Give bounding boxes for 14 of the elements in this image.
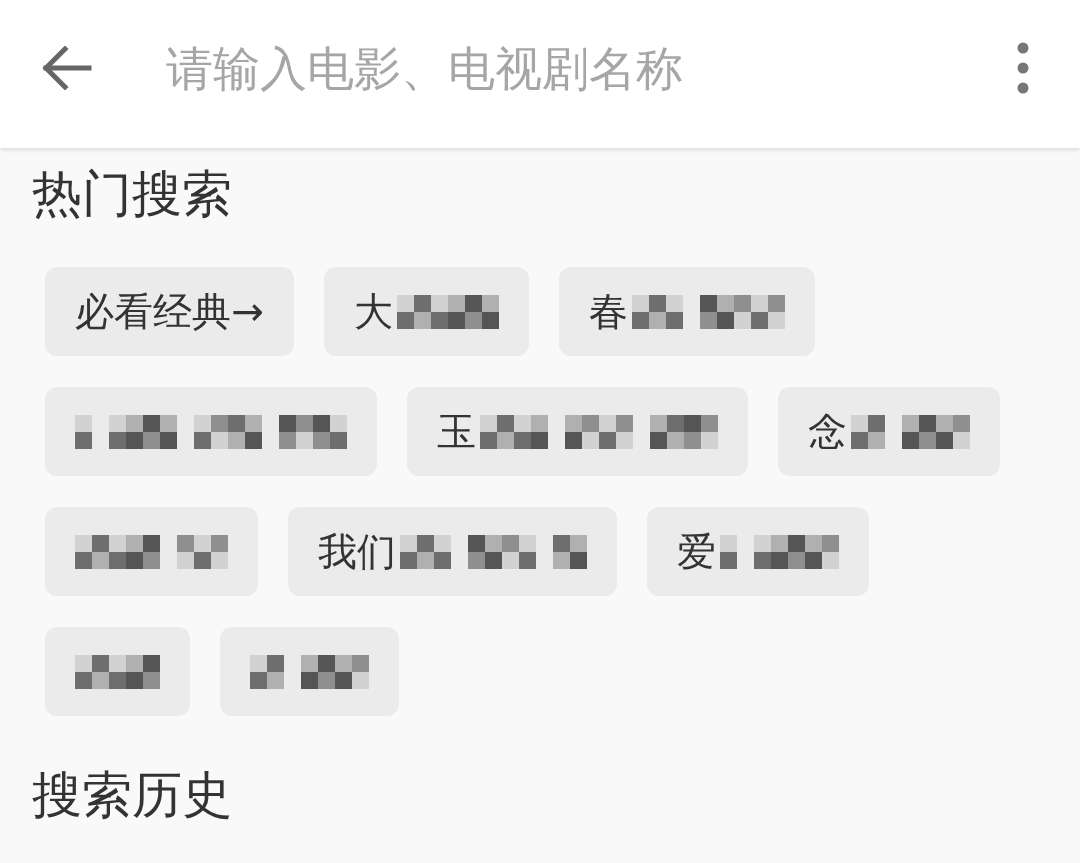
hot-search-chip[interactable] <box>45 387 377 476</box>
hot-search-chip[interactable]: 念 <box>778 387 1000 476</box>
hot-search-chip[interactable] <box>220 627 399 716</box>
more-menu-icon[interactable] <box>1016 42 1030 94</box>
hot-search-chip[interactable]: 我们 <box>288 507 617 596</box>
hot-search-chip[interactable]: 大 <box>323 267 529 356</box>
hot-search-chip[interactable]: 爱 <box>647 507 869 596</box>
section-title: 热门搜索 <box>32 164 232 224</box>
hot-search-chip[interactable]: 玉 <box>407 387 748 476</box>
hot-search-chip[interactable] <box>45 507 258 596</box>
hot-search-chip[interactable]: 春 <box>558 267 815 356</box>
hot-search-chip[interactable] <box>45 627 190 716</box>
hot-search-chip[interactable]: 必看经典→ <box>45 267 294 356</box>
section-title: 搜索历史 <box>32 765 232 825</box>
